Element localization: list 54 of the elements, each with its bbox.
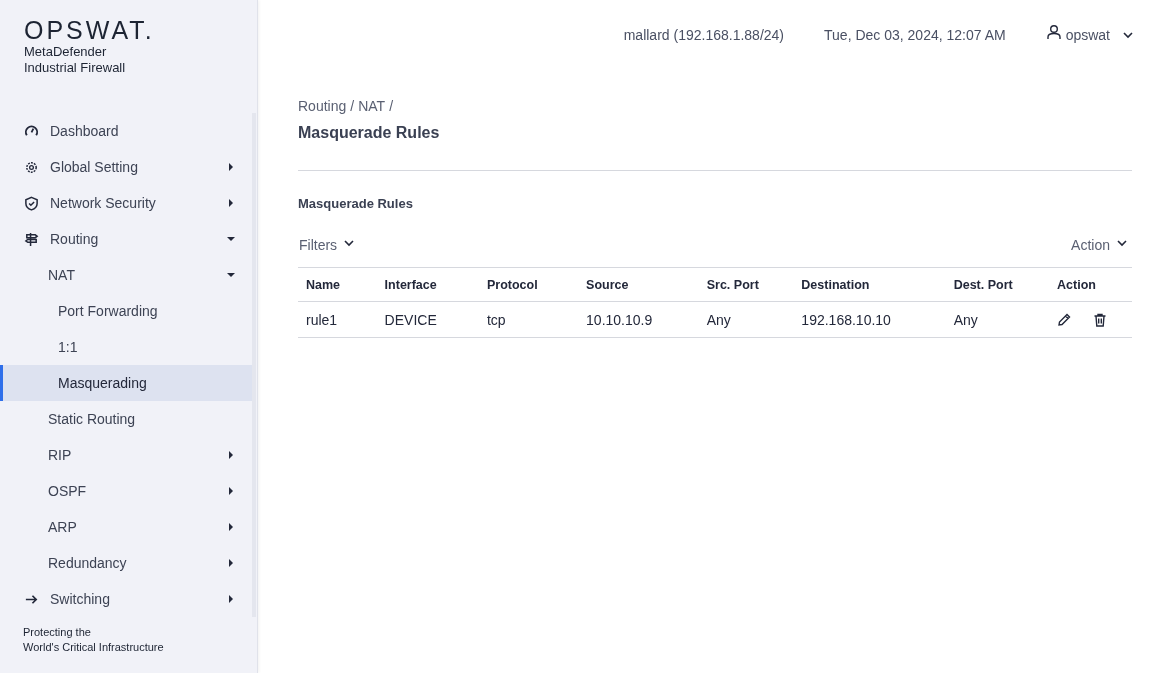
nav-item[interactable]: Redundancy	[0, 545, 252, 581]
column-header: Protocol	[478, 267, 579, 302]
nav-item[interactable]: ARP	[0, 509, 252, 545]
user-icon	[1045, 24, 1062, 40]
nav-item[interactable]: Global Setting	[0, 149, 252, 185]
tagline: Protecting the	[23, 625, 92, 640]
filters-dropdown[interactable]: Filters	[298, 237, 360, 253]
user-menu[interactable]: opswat	[1045, 24, 1134, 46]
tagline: World's Critical Infrastructure	[23, 640, 165, 655]
nav-item[interactable]: RIP	[0, 437, 252, 473]
action-dropdown[interactable]: Action	[1070, 237, 1132, 253]
breadcrumb-separator: /	[389, 98, 393, 114]
breadcrumb-separator: /	[350, 98, 355, 114]
nav-item[interactable]: Static Routing	[0, 401, 252, 437]
nav-item[interactable]: Switching	[0, 581, 252, 617]
chevron-down-icon	[1122, 29, 1134, 41]
column-header: Action	[1049, 267, 1132, 302]
page-title: Masquerade Rules	[298, 124, 441, 142]
pencil-icon	[1056, 311, 1073, 328]
breadcrumb-link[interactable]: Routing	[298, 98, 347, 114]
nav-item[interactable]: 1:1	[0, 329, 252, 365]
shield-icon	[24, 195, 39, 211]
table-cell: tcp	[478, 301, 579, 338]
nav-item[interactable]: Port Forwarding	[0, 293, 252, 329]
chevron-down-icon	[343, 237, 356, 249]
nav-item[interactable]: OSPF	[0, 473, 252, 509]
nav-item[interactable]: Dashboard	[0, 113, 252, 149]
column-header: Dest. Port	[945, 267, 1050, 302]
section-title: Masquerade Rules	[298, 196, 414, 211]
table-cell: rule1	[298, 301, 377, 338]
logo: OPSWAT.	[24, 16, 156, 44]
product-name: Industrial Firewall	[24, 60, 127, 76]
table-cell: Any	[698, 301, 794, 338]
table-cell: Any	[945, 301, 1050, 338]
settings-icon	[24, 159, 39, 175]
table-cell: 192.168.10.10	[793, 301, 946, 338]
nav-item[interactable]: Masquerading	[0, 365, 252, 401]
date-time: Tue, Dec 03, 2024, 12:07 AM	[824, 27, 1006, 43]
chevron-down-icon	[1116, 237, 1128, 249]
breadcrumb-link[interactable]: NAT	[358, 98, 386, 114]
column-header: Destination	[793, 267, 946, 302]
column-header: Name	[298, 267, 377, 302]
column-header: Interface	[376, 267, 479, 302]
product-name: MetaDefender	[24, 44, 108, 60]
column-header: Source	[578, 267, 699, 302]
host-info: mallard (192.168.1.88/24)	[623, 27, 785, 43]
nav-item[interactable]: NAT	[0, 257, 252, 293]
table-cell: DEVICE	[376, 301, 479, 338]
table-cell: 10.10.10.9	[578, 301, 699, 338]
column-header: Src. Port	[698, 267, 794, 302]
signpost-icon	[24, 231, 39, 247]
nav-item[interactable]: Routing	[0, 221, 252, 257]
nav-item[interactable]: Network Security	[0, 185, 252, 221]
trash-icon	[1092, 311, 1109, 328]
